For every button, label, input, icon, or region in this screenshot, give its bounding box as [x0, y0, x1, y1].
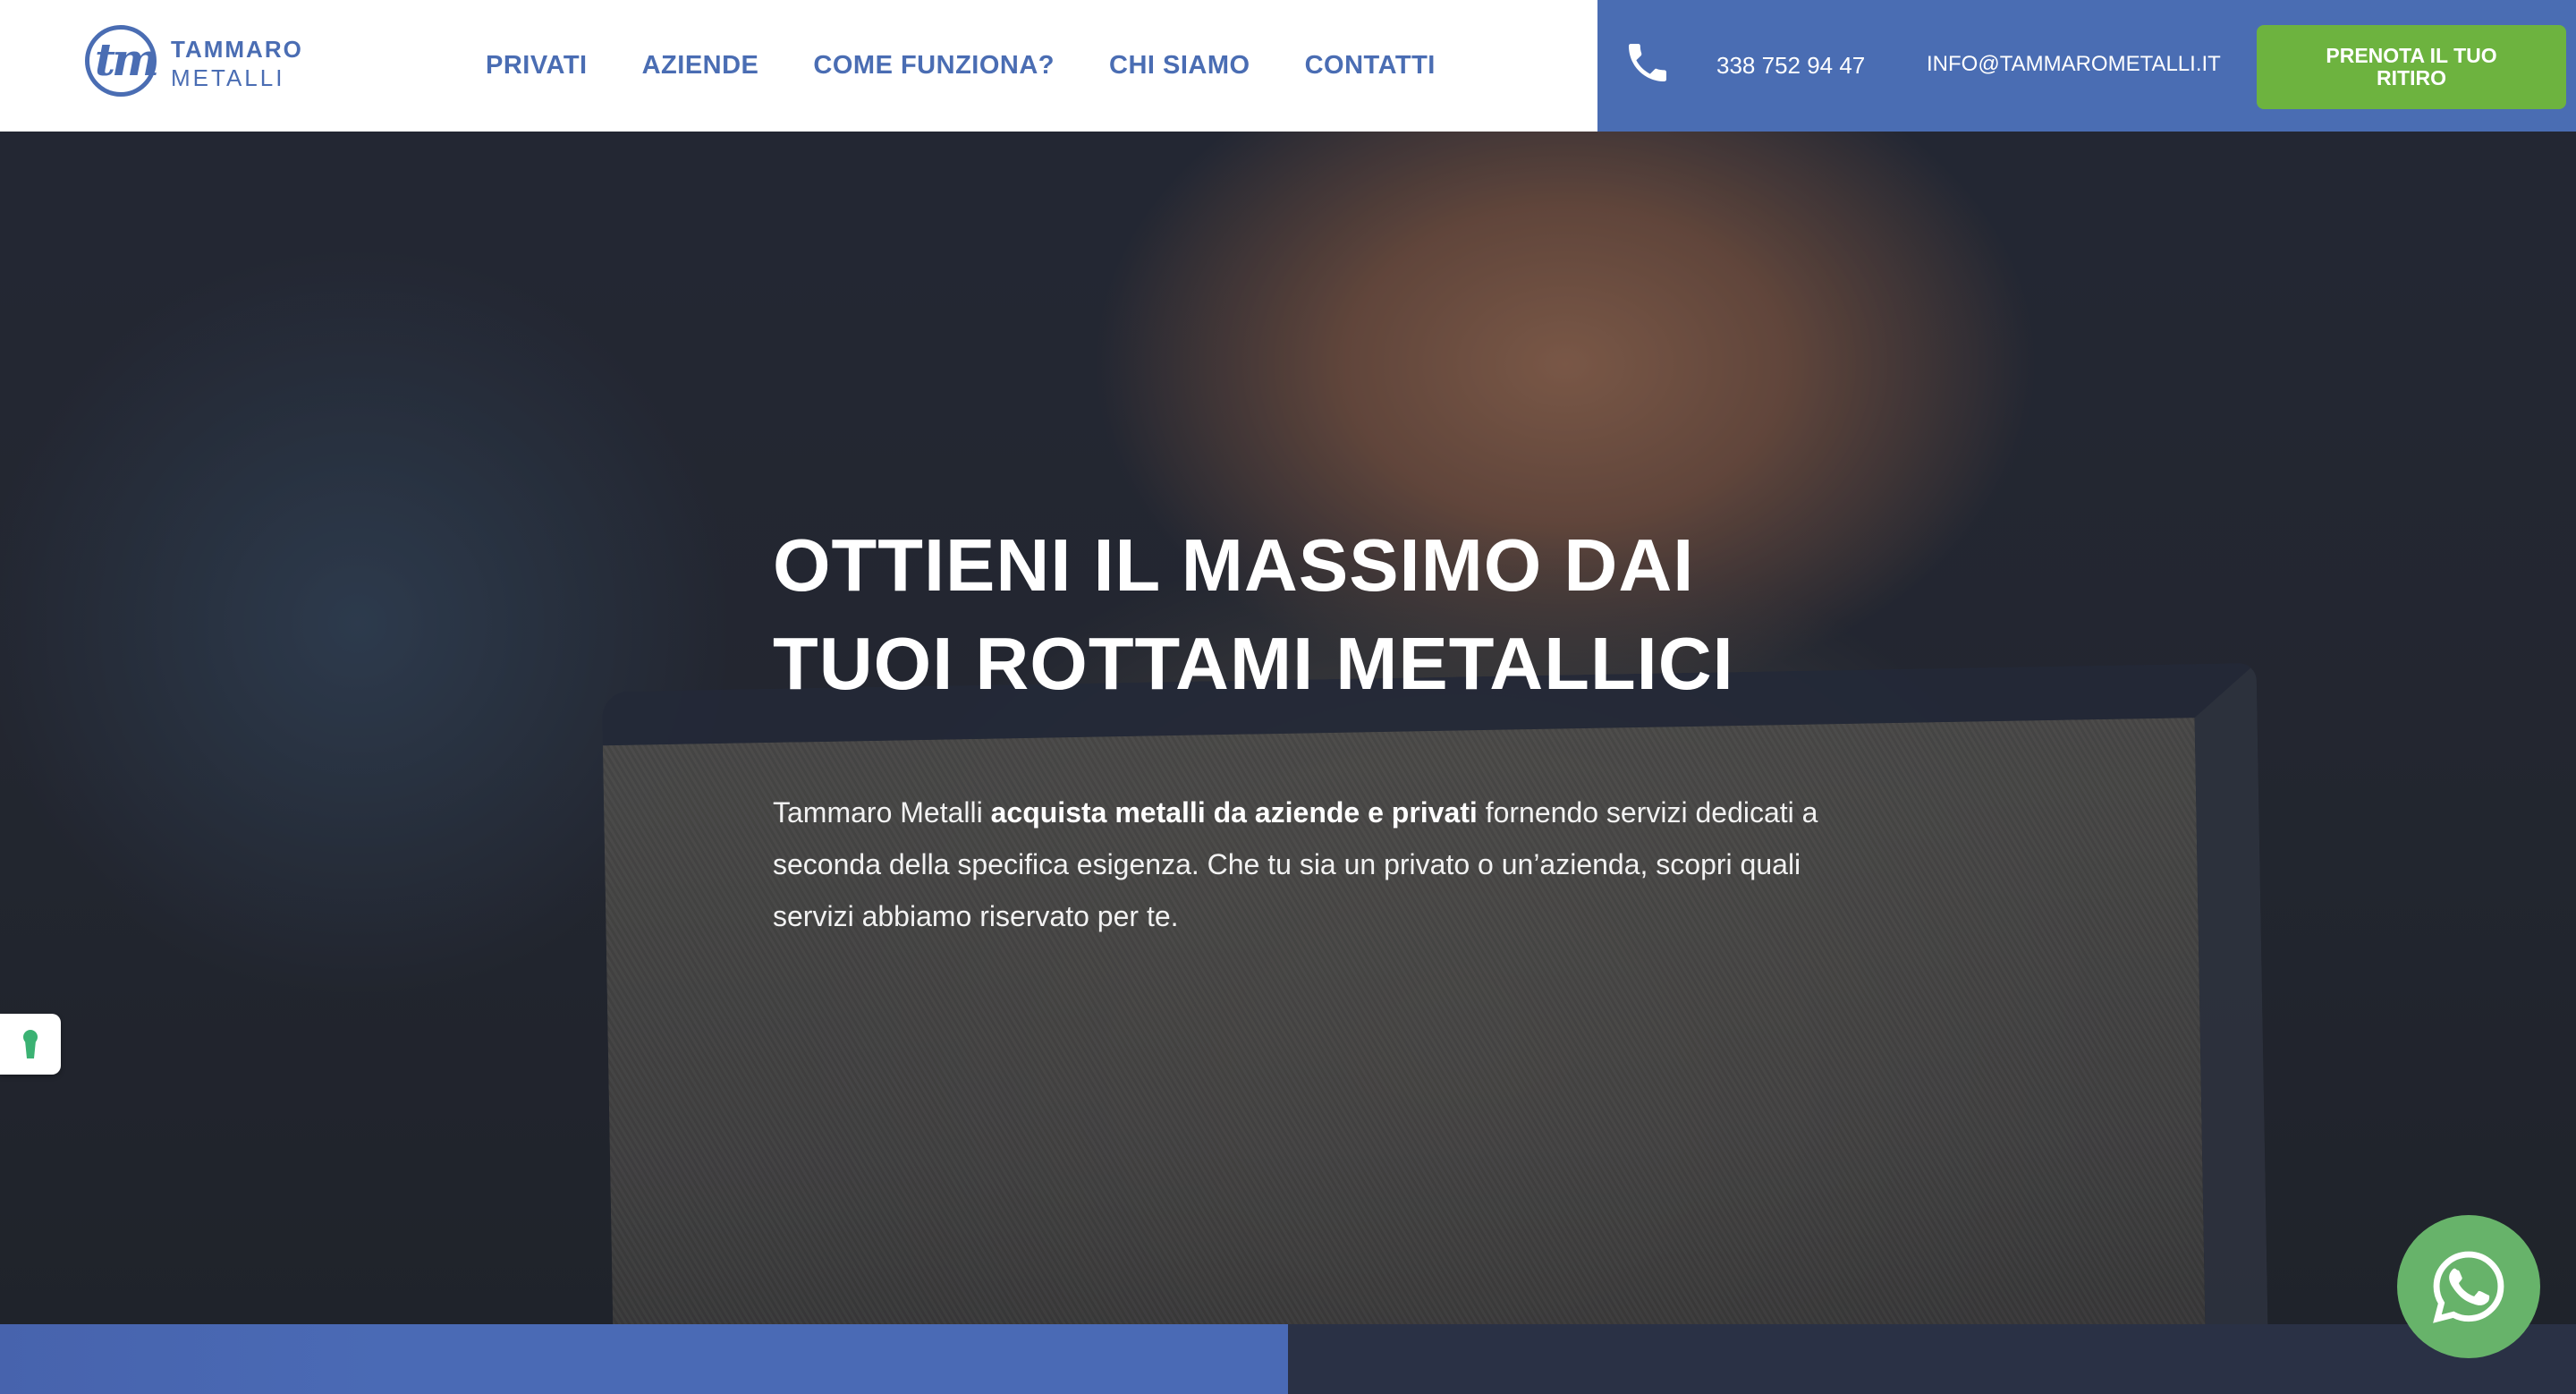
- hero-section: OTTIENI IL MASSIMO DAI TUOI ROTTAMI META…: [0, 132, 2576, 1324]
- logo-mark: tm: [85, 25, 159, 97]
- hero-description: Tammaro Metalli acquista metalli da azie…: [773, 786, 1828, 942]
- logo[interactable]: tm TAMMARO METALLI: [85, 25, 318, 104]
- next-section-right-panel: [1288, 1324, 2576, 1394]
- hero-text-bold: acquista metalli da aziende e privati: [990, 796, 1478, 829]
- phone-number-link[interactable]: 338 752 94 47: [1716, 52, 1865, 80]
- logo-subtitle: METALLI: [171, 64, 285, 91]
- logo-name: TAMMARO: [171, 36, 303, 63]
- email-link[interactable]: INFO@TAMMAROMETALLI.IT: [1927, 52, 2221, 77]
- nav-item-contatti[interactable]: CONTATTI: [1305, 51, 1436, 81]
- nav-item-chi-siamo[interactable]: CHI SIAMO: [1109, 51, 1250, 81]
- book-pickup-button[interactable]: PRENOTA IL TUO RITIRO: [2257, 25, 2566, 109]
- hero-overlay: [0, 132, 2576, 1324]
- nav-item-privati[interactable]: PRIVATI: [486, 51, 588, 81]
- nav-item-come-funziona[interactable]: COME FUNZIONA?: [813, 51, 1055, 81]
- phone-icon[interactable]: [1623, 38, 1673, 88]
- next-section-left-panel: [0, 1324, 1288, 1394]
- hero-title: OTTIENI IL MASSIMO DAI TUOI ROTTAMI META…: [773, 523, 1734, 705]
- main-nav: PRIVATI AZIENDE COME FUNZIONA? CHI SIAMO…: [486, 0, 1490, 132]
- site-header: tm TAMMARO METALLI PRIVATI AZIENDE COME …: [0, 0, 2576, 132]
- whatsapp-icon: [2433, 1251, 2504, 1323]
- hero-text-start: Tammaro Metalli: [773, 796, 991, 829]
- contact-bar: 338 752 94 47 INFO@TAMMAROMETALLI.IT PRE…: [1597, 0, 2576, 132]
- whatsapp-button[interactable]: [2397, 1215, 2540, 1358]
- logo-mark-text: tm: [95, 33, 159, 86]
- nav-item-aziende[interactable]: AZIENDE: [642, 51, 759, 81]
- cookie-preferences-button[interactable]: [0, 1014, 61, 1075]
- keyhole-icon: [23, 1030, 38, 1058]
